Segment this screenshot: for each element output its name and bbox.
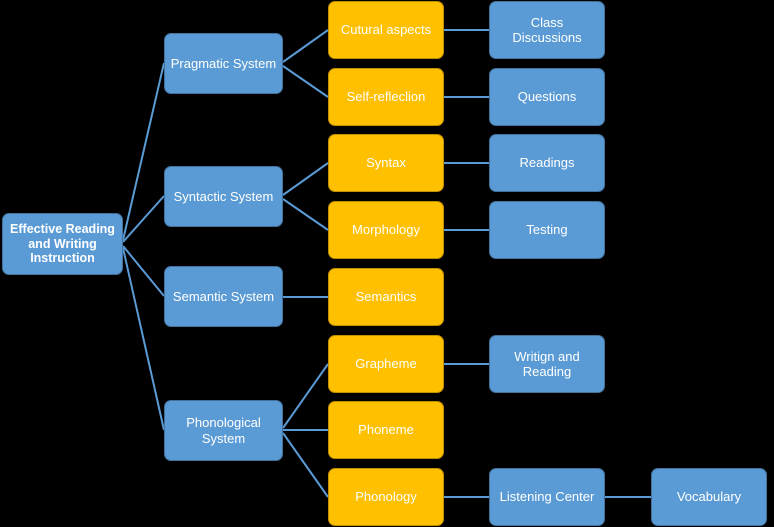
node-readings[interactable]: Readings: [489, 134, 605, 192]
node-phonology[interactable]: Phonology: [328, 468, 444, 526]
connector-phonological-to-grapheme: [282, 363, 329, 429]
node-phonological[interactable]: Phonological System: [164, 400, 283, 461]
node-semantic[interactable]: Semantic System: [164, 266, 283, 327]
node-listeningcenter[interactable]: Listening Center: [489, 468, 605, 526]
node-syntactic[interactable]: Syntactic System: [164, 166, 283, 227]
node-selfreflection[interactable]: Self-refleclion: [328, 68, 444, 126]
node-writingreading[interactable]: Writign and Reading: [489, 335, 605, 393]
node-morphology[interactable]: Morphology: [328, 201, 444, 259]
node-classdiscussions[interactable]: Class Discussions: [489, 1, 605, 59]
node-cultural[interactable]: Cutural aspects: [328, 1, 444, 59]
connector-pragmatic-to-selfreflection: [282, 65, 329, 98]
node-phoneme[interactable]: Phoneme: [328, 401, 444, 459]
connector-root-to-semantic: [122, 245, 165, 297]
node-semantics[interactable]: Semantics: [328, 268, 444, 326]
connector-pragmatic-to-cultural: [282, 29, 329, 63]
node-grapheme[interactable]: Grapheme: [328, 335, 444, 393]
connector-root-to-pragmatic: [122, 62, 165, 241]
node-syntax[interactable]: Syntax: [328, 134, 444, 192]
diagram-canvas: Effective Reading and Writing Instructio…: [0, 0, 774, 527]
node-root[interactable]: Effective Reading and Writing Instructio…: [2, 213, 123, 275]
node-testing[interactable]: Testing: [489, 201, 605, 259]
connector-syntactic-to-syntax: [282, 162, 329, 196]
node-questions[interactable]: Questions: [489, 68, 605, 126]
connector-root-to-syntactic: [122, 195, 165, 243]
node-pragmatic[interactable]: Pragmatic System: [164, 33, 283, 94]
node-vocabulary[interactable]: Vocabulary: [651, 468, 767, 526]
connector-phonological-to-phonology: [282, 432, 329, 498]
connector-root-to-phonological: [122, 247, 165, 431]
connector-syntactic-to-morphology: [282, 198, 329, 231]
